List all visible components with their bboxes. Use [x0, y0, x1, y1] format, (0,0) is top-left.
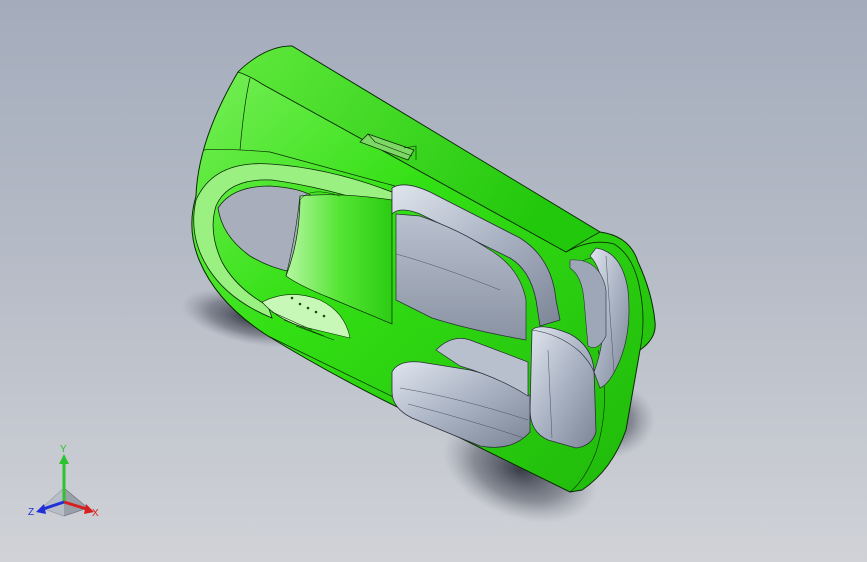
coordinate-triad[interactable]: Y X Z: [22, 444, 106, 528]
z-axis-label: Z: [28, 507, 34, 518]
graphics-viewport[interactable]: Y X Z: [0, 0, 867, 562]
y-axis-head: [59, 454, 69, 464]
model-render[interactable]: [0, 0, 867, 562]
x-axis-label: X: [92, 508, 99, 519]
y-axis-label: Y: [60, 444, 67, 455]
